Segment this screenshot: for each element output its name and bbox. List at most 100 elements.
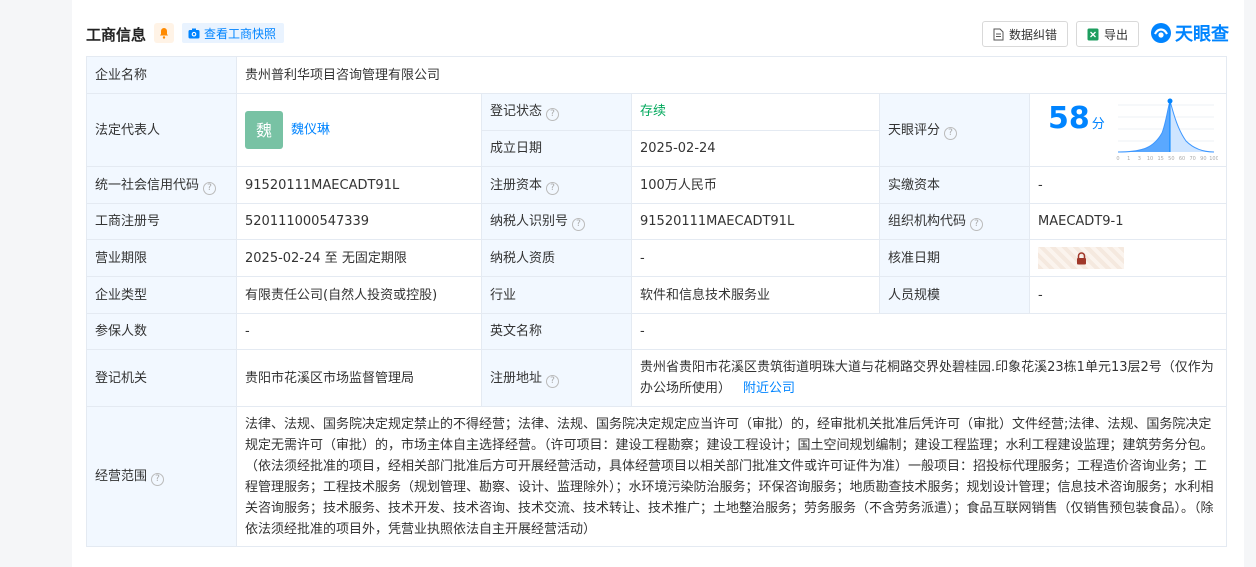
credit-code-value: 91520111MAECADT91L bbox=[236, 166, 482, 204]
authority-label: 登记机关 bbox=[86, 349, 237, 407]
en-name-label: 英文名称 bbox=[481, 313, 632, 350]
company-name-value: 贵州普利华项目咨询管理有限公司 bbox=[235, 56, 1228, 94]
score-tick-label: 50 bbox=[1168, 156, 1174, 162]
score-value: 58 bbox=[1048, 101, 1090, 136]
table-row: 营业期限 2025-02-24 至 无固定期限 纳税人资质 - 核准日期 bbox=[86, 239, 1228, 277]
locked-value[interactable] bbox=[1038, 247, 1124, 269]
reg-capital-label-cell: 注册资本? bbox=[481, 166, 632, 204]
data-correction-button[interactable]: 数据纠错 bbox=[982, 21, 1069, 47]
view-snapshot-label: 查看工商快照 bbox=[204, 26, 277, 41]
org-code-label: 组织机构代码 bbox=[888, 214, 967, 229]
credit-code-label-cell: 统一社会信用代码? bbox=[86, 166, 237, 204]
help-icon[interactable]: ? bbox=[944, 126, 958, 140]
taxpayer-id-label-cell: 纳税人识别号? bbox=[481, 203, 632, 240]
logo-text: 天眼查 bbox=[1175, 24, 1229, 45]
staff-label: 人员规模 bbox=[879, 276, 1030, 314]
table-row: 登记机关 贵阳市花溪区市场监督管理局 注册地址? 贵州省贵阳市花溪区贵筑街道明珠… bbox=[86, 349, 1228, 407]
data-correction-label: 数据纠错 bbox=[1009, 27, 1058, 42]
reg-status-label: 登记状态 bbox=[490, 104, 543, 120]
table-row: 企业名称 贵州普利华项目咨询管理有限公司 bbox=[86, 56, 1228, 94]
score-tick-label: 1 bbox=[1127, 156, 1130, 162]
org-code-value: MAECADT9-1 bbox=[1028, 203, 1228, 240]
help-icon[interactable]: ? bbox=[572, 218, 586, 231]
term-value: 2025-02-24 至 无固定期限 bbox=[236, 239, 482, 277]
est-date-value: 2025-02-24 bbox=[631, 129, 880, 167]
reg-status-label-cell: 登记状态? bbox=[481, 93, 632, 131]
help-icon[interactable]: ? bbox=[546, 374, 560, 388]
type-label: 企业类型 bbox=[86, 276, 237, 314]
reg-no-value: 520111000547339 bbox=[236, 203, 482, 240]
paid-capital-value: - bbox=[1028, 166, 1228, 204]
tianyancha-logo: 天眼查 bbox=[1150, 21, 1229, 45]
score-value-wrap: 58 分 bbox=[1048, 104, 1105, 135]
legal-rep-link[interactable]: 魏仪琳 bbox=[291, 123, 330, 138]
logo-icon bbox=[1151, 23, 1171, 43]
taxpayer-id-value: 91520111MAECADT91L bbox=[631, 203, 880, 240]
address-label-cell: 注册地址? bbox=[481, 349, 632, 407]
score-tick-label: 10 bbox=[1147, 156, 1153, 162]
view-snapshot-button[interactable]: 查看工商快照 bbox=[182, 23, 285, 43]
score-tick-label: 70 bbox=[1189, 156, 1195, 162]
insured-value: - bbox=[236, 313, 482, 350]
help-icon[interactable]: ? bbox=[546, 108, 560, 122]
approve-date-label: 核准日期 bbox=[879, 239, 1030, 277]
bell-icon[interactable] bbox=[154, 23, 174, 43]
taxpayer-qual-label: 纳税人资质 bbox=[481, 239, 632, 277]
nearby-companies-link[interactable]: 附近公司 bbox=[743, 381, 795, 396]
taxpayer-id-label: 纳税人识别号 bbox=[490, 214, 569, 229]
address-cell: 贵州省贵阳市花溪区贵筑街道明珠大道与花桐路交界处碧桂园.印象花溪23栋1单元13… bbox=[630, 349, 1228, 407]
reg-status-value: 存续 bbox=[631, 93, 880, 131]
en-name-value: - bbox=[630, 313, 1228, 350]
est-date-label: 成立日期 bbox=[481, 129, 632, 167]
score-distribution-chart: 0 1 3 10 15 50 60 70 90 100 bbox=[1116, 98, 1218, 162]
scope-label-cell: 经营范围? bbox=[86, 406, 237, 547]
score-cell[interactable]: 58 分 0 1 3 10 15 50 60 70 90 100 bbox=[1028, 93, 1228, 167]
legal-rep-label: 法定代表人 bbox=[86, 93, 237, 167]
score-label: 天眼评分 bbox=[888, 122, 941, 138]
score-tick-label: 15 bbox=[1157, 156, 1163, 162]
score-tick-label: 90 bbox=[1200, 156, 1206, 162]
score-label-cell: 天眼评分? bbox=[879, 93, 1030, 167]
table-row: 法定代表人 魏魏仪琳 登记状态? 存续 天眼评分? 58 分 0 1 3 10 … bbox=[86, 93, 1228, 167]
business-info-panel: 工商信息 查看工商快照 数据纠错 导出 天眼查 企业名称 贵州普利华项目咨询管理… bbox=[72, 0, 1244, 567]
score-tick-label: 3 bbox=[1138, 156, 1141, 162]
section-header: 工商信息 查看工商快照 数据纠错 导出 天眼查 bbox=[86, 20, 1230, 48]
credit-code-label: 统一社会信用代码 bbox=[95, 177, 200, 193]
export-label: 导出 bbox=[1104, 27, 1129, 42]
score-tick-label: 60 bbox=[1179, 156, 1185, 162]
table-row: 参保人数 - 英文名称 - bbox=[86, 313, 1228, 350]
score-tick-label: 100 bbox=[1209, 156, 1218, 162]
address-label: 注册地址 bbox=[490, 370, 543, 386]
industry-label: 行业 bbox=[481, 276, 632, 314]
table-row: 工商注册号 520111000547339 纳税人识别号? 91520111MA… bbox=[86, 203, 1228, 240]
authority-value: 贵阳市花溪区市场监督管理局 bbox=[236, 349, 482, 407]
help-icon[interactable]: ? bbox=[151, 473, 165, 486]
taxpayer-qual-value: - bbox=[631, 239, 880, 277]
legal-rep-cell: 魏魏仪琳 bbox=[236, 93, 482, 167]
help-icon[interactable]: ? bbox=[546, 181, 560, 195]
section-title: 工商信息 bbox=[86, 26, 147, 44]
export-button[interactable]: 导出 bbox=[1076, 21, 1140, 47]
business-info-table: 企业名称 贵州普利华项目咨询管理有限公司 法定代表人 魏魏仪琳 登记状态? 存续… bbox=[86, 56, 1228, 547]
scope-label: 经营范围 bbox=[95, 469, 148, 484]
company-name-label: 企业名称 bbox=[86, 56, 237, 94]
address-value: 贵州省贵阳市花溪区贵筑街道明珠大道与花桐路交界处碧桂园.印象花溪23栋1单元13… bbox=[640, 360, 1214, 396]
document-icon bbox=[993, 28, 1004, 40]
approve-date-cell bbox=[1028, 239, 1228, 277]
reg-capital-label: 注册资本 bbox=[490, 177, 543, 193]
insured-label: 参保人数 bbox=[86, 313, 237, 350]
help-icon[interactable]: ? bbox=[970, 218, 984, 231]
industry-value: 软件和信息技术服务业 bbox=[631, 276, 880, 314]
score-unit: 分 bbox=[1091, 117, 1105, 132]
table-row: 企业类型 有限责任公司(自然人投资或控股) 行业 软件和信息技术服务业 人员规模… bbox=[86, 276, 1228, 314]
avatar: 魏 bbox=[245, 111, 283, 149]
score-tick-label: 0 bbox=[1116, 156, 1119, 162]
scope-value: 法律、法规、国务院决定规定禁止的不得经营；法律、法规、国务院决定规定应当许可（审… bbox=[235, 406, 1228, 547]
reg-no-label: 工商注册号 bbox=[86, 203, 237, 240]
table-row: 统一社会信用代码? 91520111MAECADT91L 注册资本? 100万人… bbox=[86, 166, 1228, 204]
term-label: 营业期限 bbox=[86, 239, 237, 277]
help-icon[interactable]: ? bbox=[203, 181, 217, 195]
excel-icon bbox=[1087, 28, 1099, 40]
paid-capital-label: 实缴资本 bbox=[879, 166, 1030, 204]
camera-icon bbox=[188, 28, 200, 38]
